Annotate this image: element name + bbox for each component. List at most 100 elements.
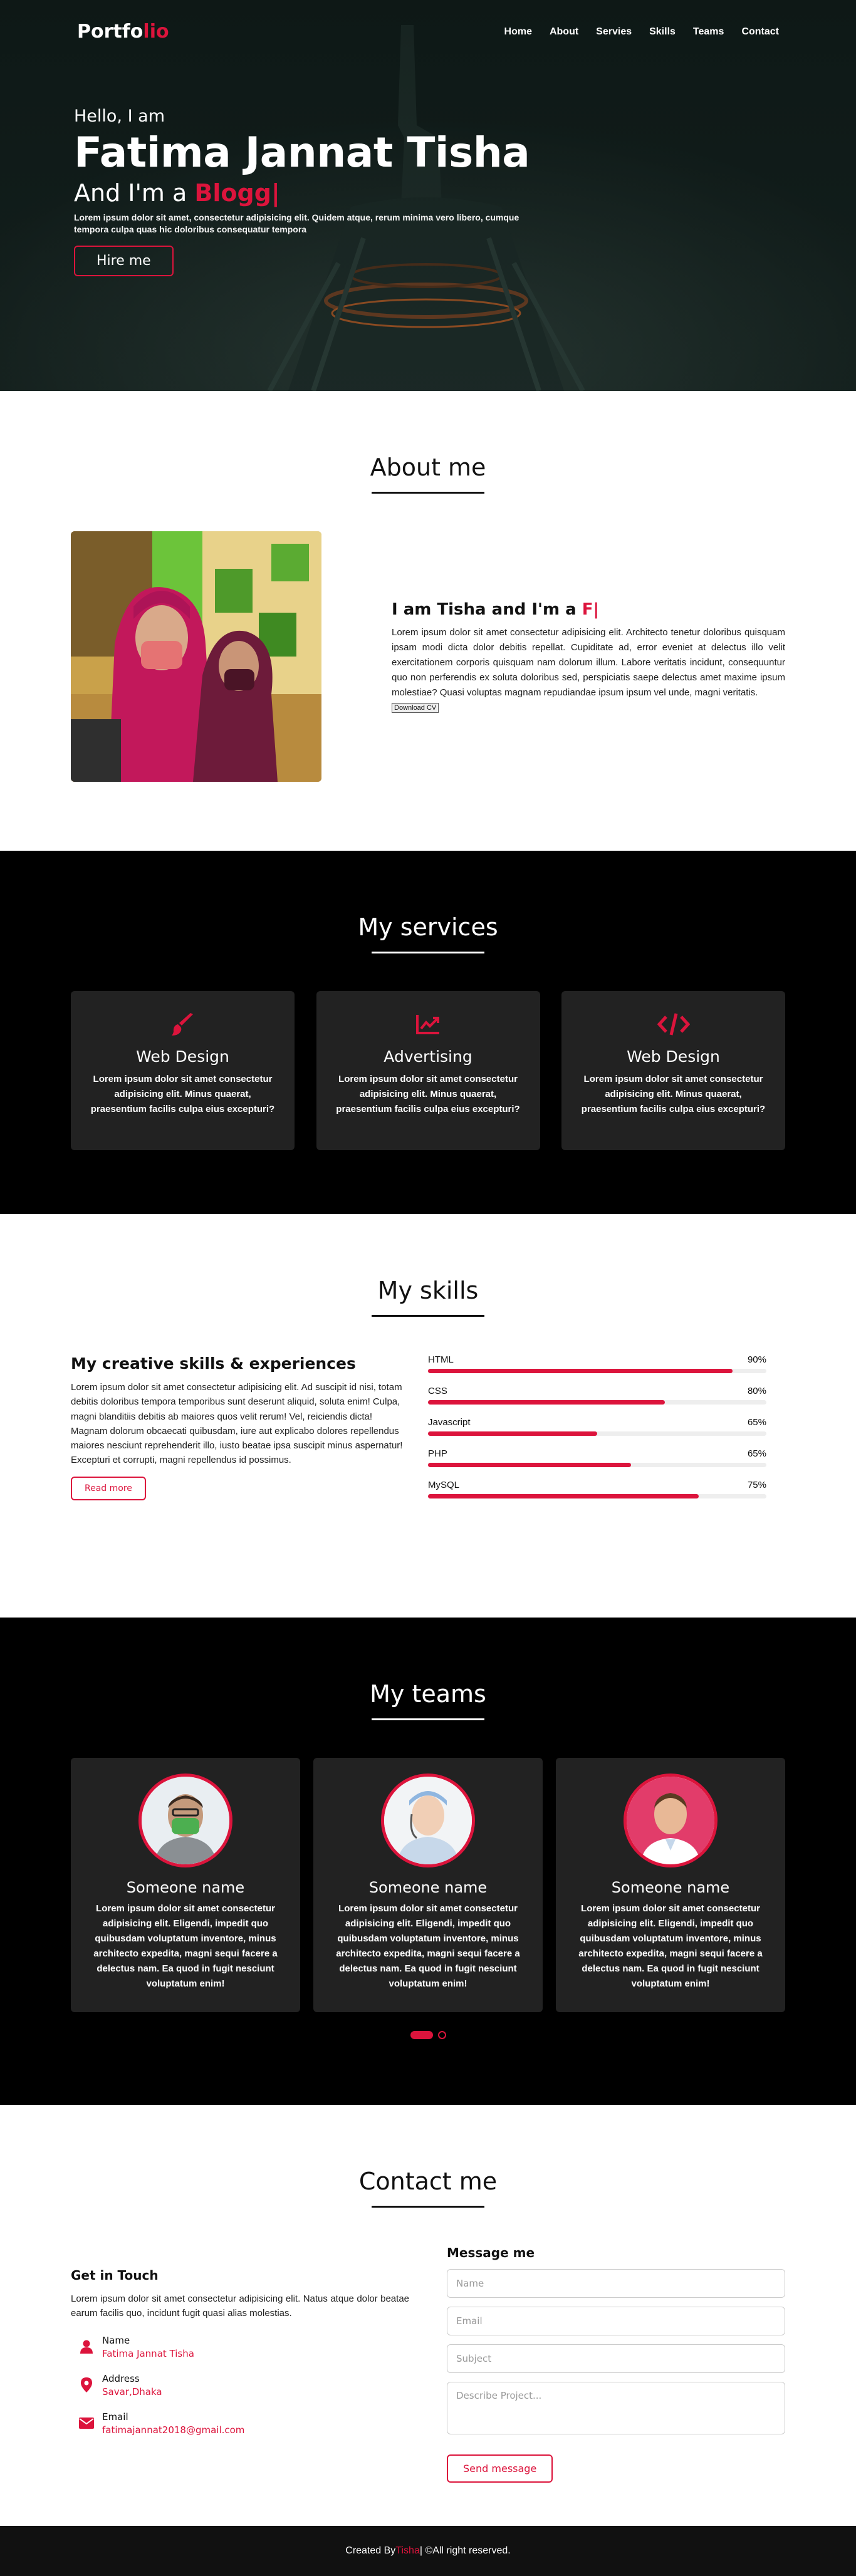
- chart-line-icon: [332, 1010, 525, 1039]
- nav-services[interactable]: Servies: [596, 26, 632, 37]
- footer-suffix: | ©All right reserved.: [419, 2545, 511, 2556]
- services-title: My services: [71, 913, 785, 953]
- teams-section: My teams Someone name Lorem ipsum dolor …: [0, 1618, 856, 2105]
- footer-author-link[interactable]: Tisha: [395, 2545, 420, 2557]
- nav-skills[interactable]: Skills: [649, 26, 676, 37]
- skill-fill: [428, 1431, 597, 1436]
- team-card: Someone name Lorem ipsum dolor sit amet …: [313, 1758, 543, 2012]
- profile-photo: [71, 531, 321, 782]
- get-in-touch-heading: Get in Touch: [71, 2268, 159, 2283]
- hero-name: Fatima Jannat Tisha: [74, 128, 530, 177]
- contact-name-label: Name: [102, 2334, 130, 2346]
- about-heading-prefix: I am Tisha and I'm a: [392, 600, 582, 619]
- team-carousel[interactable]: Someone name Lorem ipsum dolor sit amet …: [71, 1758, 785, 2012]
- hero-role-typed: Blogg|: [194, 179, 280, 207]
- skill-percent: 75%: [747, 1480, 766, 1490]
- team-member-name: Someone name: [126, 1879, 245, 1896]
- nav-teams[interactable]: Teams: [693, 26, 724, 37]
- hero-description: Lorem ipsum dolor sit amet, consectetur …: [74, 212, 519, 234]
- user-icon: [71, 2340, 102, 2354]
- download-cv-button[interactable]: Download CV: [392, 703, 439, 713]
- teams-title: My teams: [71, 1680, 785, 1720]
- logo[interactable]: Portfolio: [77, 21, 169, 43]
- services-cards: Web Design Lorem ipsum dolor sit amet co…: [71, 991, 785, 1150]
- skill-fill: [428, 1494, 699, 1498]
- contact-name-value: Fatima Jannat Tisha: [102, 2347, 194, 2359]
- contact-section: Contact me Get in Touch Lorem ipsum dolo…: [0, 2105, 856, 2526]
- skill-name: HTML: [428, 1354, 454, 1365]
- skills-section: My skills My creative skills & experienc…: [0, 1214, 856, 1618]
- team-member-name: Someone name: [368, 1879, 488, 1896]
- message-heading: Message me: [447, 2245, 535, 2260]
- nav-contact[interactable]: Contact: [741, 26, 779, 37]
- subject-input[interactable]: Subject: [447, 2344, 785, 2373]
- contact-address-row: Address Savar,Dhaka: [71, 2373, 409, 2397]
- skill-track: [428, 1400, 766, 1405]
- skill-bars: HTML 90% CSS 80% Javascript 65% PHP 65% MySQ…: [428, 1354, 766, 1511]
- team-member-name: Someone name: [611, 1879, 730, 1896]
- about-section: About me I am Tisha and I'm a F| Lorem i…: [0, 391, 856, 851]
- skill-percent: 65%: [747, 1448, 766, 1459]
- service-title: Advertising: [384, 1047, 472, 1066]
- nav-menu: Home About Servies Skills Teams Contact: [487, 25, 779, 38]
- hire-me-button[interactable]: Hire me: [74, 245, 174, 276]
- map-marker-icon: [71, 2377, 102, 2392]
- read-more-button[interactable]: Read more: [71, 1476, 146, 1500]
- name-input[interactable]: Name: [447, 2269, 785, 2298]
- nav-home[interactable]: Home: [504, 26, 532, 37]
- project-textarea[interactable]: Describe Project...: [447, 2382, 785, 2434]
- email-input[interactable]: Email: [447, 2307, 785, 2335]
- hero-content: Hello, I am Fatima Jannat Tisha And I'm …: [74, 106, 550, 276]
- footer: Created By Tisha | ©All right reserved.: [0, 2526, 856, 2576]
- contact-address-value: Savar,Dhaka: [102, 2386, 162, 2397]
- skills-heading: My creative skills & experiences: [71, 1354, 356, 1373]
- about-heading: I am Tisha and I'm a F|: [392, 600, 785, 619]
- service-title: Web Design: [627, 1047, 720, 1066]
- avatar: [381, 1774, 475, 1867]
- skills-title: My skills: [71, 1277, 785, 1317]
- logo-accent: lio: [143, 20, 169, 43]
- skill-bar: HTML 90%: [428, 1354, 766, 1373]
- hero-role-prefix: And I'm a: [74, 179, 195, 207]
- skill-name: MySQL: [428, 1480, 460, 1490]
- footer-prefix: Created By: [345, 2545, 396, 2556]
- service-text: Lorem ipsum dolor sit amet consectetur a…: [581, 1074, 766, 1114]
- skills-text: My creative skills & experiences Lorem i…: [71, 1354, 403, 1511]
- contact-title: Contact me: [71, 2168, 785, 2208]
- contact-email-value[interactable]: fatimajannat2018@gmail.com: [102, 2424, 244, 2436]
- skill-track: [428, 1463, 766, 1467]
- team-member-text: Lorem ipsum dolor sit amet consectetur a…: [93, 1903, 278, 1989]
- hero-role: And I'm a Blogg|: [74, 179, 550, 207]
- avatar: [624, 1774, 718, 1867]
- skill-bar: Javascript 65%: [428, 1417, 766, 1436]
- skill-name: Javascript: [428, 1417, 471, 1428]
- avatar: [138, 1774, 232, 1867]
- contact-email-row: Email fatimajannat2018@gmail.com: [71, 2411, 409, 2436]
- about-text: I am Tisha and I'm a F| Lorem ipsum dolo…: [392, 600, 785, 713]
- contact-info: Get in Touch Lorem ipsum dolor sit amet …: [71, 2245, 409, 2483]
- skill-percent: 80%: [747, 1386, 766, 1396]
- contact-name-row: Name Fatima Jannat Tisha: [71, 2335, 409, 2359]
- carousel-dot[interactable]: [437, 2031, 446, 2039]
- skill-fill: [428, 1400, 665, 1405]
- team-card: Someone name Lorem ipsum dolor sit amet …: [556, 1758, 785, 2012]
- service-title: Web Design: [136, 1047, 229, 1066]
- contact-paragraph: Lorem ipsum dolor sit amet consectetur a…: [71, 2293, 409, 2319]
- team-card: Someone name Lorem ipsum dolor sit amet …: [71, 1758, 300, 2012]
- service-text: Lorem ipsum dolor sit amet consectetur a…: [336, 1074, 520, 1114]
- skill-bar: PHP 65%: [428, 1448, 766, 1467]
- skill-name: CSS: [428, 1386, 447, 1396]
- hero-greeting: Hello, I am: [74, 106, 165, 126]
- carousel-dot-active[interactable]: [410, 2031, 433, 2039]
- logo-main: Portfo: [77, 20, 144, 43]
- service-card: Web Design Lorem ipsum dolor sit amet co…: [71, 991, 295, 1150]
- about-content: I am Tisha and I'm a F| Lorem ipsum dolo…: [71, 531, 785, 782]
- nav-about[interactable]: About: [550, 26, 578, 37]
- about-paragraph: Lorem ipsum dolor sit amet consectetur a…: [392, 627, 785, 698]
- envelope-icon: [71, 2418, 102, 2429]
- contact-address-label: Address: [102, 2372, 140, 2384]
- skill-percent: 90%: [747, 1354, 766, 1365]
- send-message-button[interactable]: Send message: [447, 2454, 553, 2483]
- about-heading-typed: F|: [582, 600, 600, 619]
- code-icon: [577, 1010, 770, 1039]
